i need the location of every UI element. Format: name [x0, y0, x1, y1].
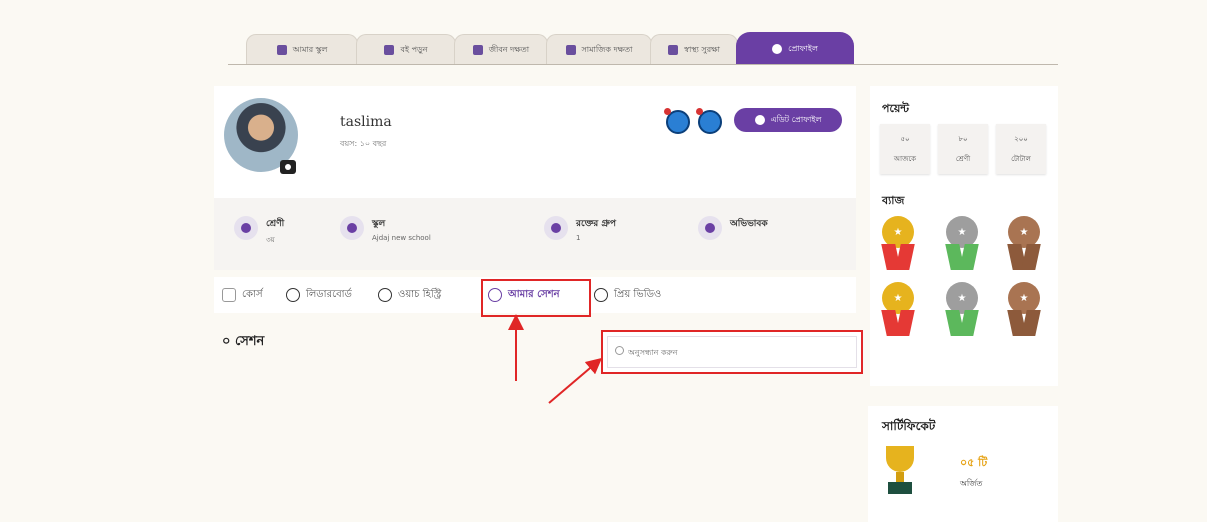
points-title: পয়েন্ট — [882, 102, 910, 115]
silver-medal-icon: ★ — [942, 216, 982, 276]
certificate-label: অর্জিত — [960, 479, 983, 488]
points-value: ৮০ — [958, 135, 968, 143]
certificate-panel: সার্টিফিকেট ০৫ টি অর্জিত — [868, 406, 1058, 522]
points-panel: পয়েন্ট ৫০ আজকে ৮০ শ্রেণী ২০০ টোটাল ব্যা… — [870, 86, 1058, 386]
points-class: ৮০ শ্রেণী — [938, 124, 988, 174]
badges-title: ব্যাজ — [882, 194, 905, 207]
points-total: ২০০ টোটাল — [996, 124, 1046, 174]
points-label: আজকে — [893, 155, 917, 163]
gold-medal-icon: ★ — [878, 216, 918, 276]
bronze-medal-icon: ★ — [1004, 282, 1044, 342]
trophy-icon — [882, 446, 918, 496]
points-label: শ্রেণী — [955, 155, 971, 163]
points-today: ৫০ আজকে — [880, 124, 930, 174]
points-value: ২০০ — [1014, 135, 1028, 143]
certificate-count: ০৫ টি — [960, 456, 988, 469]
bronze-medal-icon: ★ — [1004, 216, 1044, 276]
points-value: ৫০ — [900, 135, 910, 143]
gold-medal-icon: ★ — [878, 282, 918, 342]
certificate-title: সার্টিফিকেট — [882, 419, 936, 433]
arrow-diagonal — [548, 357, 603, 404]
points-label: টোটাল — [1011, 155, 1031, 163]
silver-medal-icon: ★ — [942, 282, 982, 342]
